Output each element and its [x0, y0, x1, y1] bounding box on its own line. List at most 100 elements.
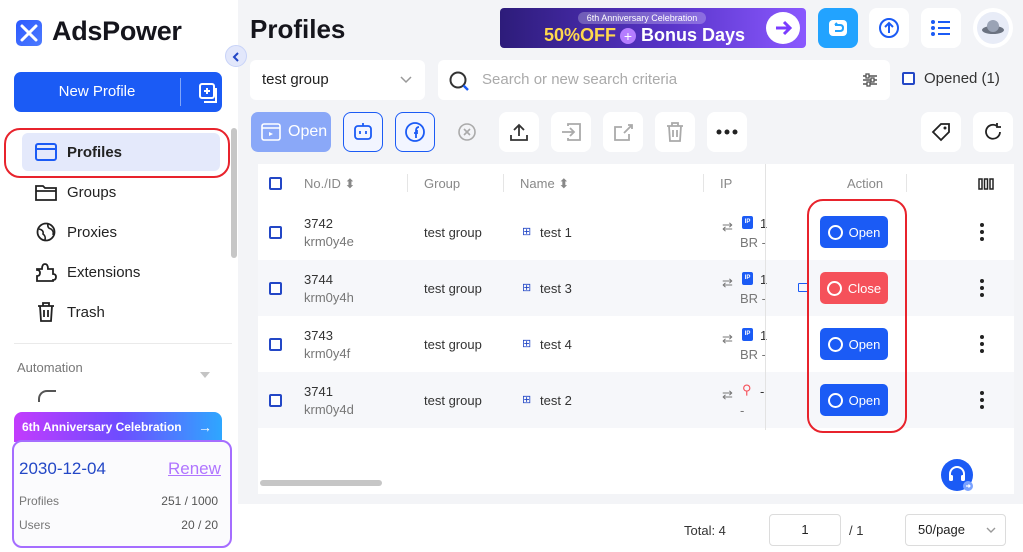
sort-icon: ⬍	[344, 176, 356, 191]
row-checkbox[interactable]	[269, 394, 282, 407]
promo-banner[interactable]: 6th Anniversary Celebration 50%OFF + Bon…	[500, 8, 806, 48]
upload-sync-button[interactable]	[869, 8, 909, 48]
more-actions-button[interactable]	[707, 112, 747, 152]
profile-number: 3742	[304, 216, 333, 231]
sidebar-item-extensions[interactable]: Extensions	[22, 253, 220, 291]
upload-button[interactable]	[499, 112, 539, 152]
column-settings-icon[interactable]	[978, 177, 994, 195]
page-number-input[interactable]: 1	[769, 514, 841, 546]
more-vertical-icon[interactable]	[978, 222, 986, 242]
users-quota-value: 20 / 20	[181, 518, 218, 532]
proxy-switch-icon: ⇄	[722, 275, 733, 290]
open-selected-button[interactable]: Open	[251, 112, 331, 152]
filter-settings-icon[interactable]	[862, 72, 878, 88]
profile-number: 3744	[304, 272, 333, 287]
chevron-down-icon[interactable]	[200, 365, 210, 383]
arrow-right-icon[interactable]: →	[198, 412, 212, 442]
upload-icon	[510, 123, 528, 141]
promo-header[interactable]: 6th Anniversary Celebration →	[14, 412, 222, 442]
plus-icon: +	[620, 28, 636, 44]
column-header-label: No./ID	[304, 176, 341, 191]
profile-group: test group	[424, 225, 482, 240]
row-checkbox[interactable]	[269, 282, 282, 295]
group-select[interactable]: test group	[250, 60, 425, 100]
divider	[703, 174, 704, 192]
page-size-select[interactable]: 50/page	[905, 514, 1006, 546]
column-header-action: Action	[847, 176, 884, 191]
sidebar-item-groups[interactable]: Groups	[22, 173, 220, 211]
sidebar-item-profiles[interactable]: Profiles	[22, 133, 220, 171]
checkbox[interactable]	[902, 72, 915, 85]
chevron-down-icon	[986, 527, 996, 533]
profiles-quota-value: 251 / 1000	[161, 494, 218, 508]
chevron-left-icon	[232, 52, 239, 62]
folder-icon	[34, 180, 58, 204]
horizontal-scrollbar[interactable]	[260, 480, 382, 486]
column-header-label: Name	[520, 176, 555, 191]
windows-icon: ⊞	[522, 226, 532, 238]
more-horizontal-icon	[716, 129, 738, 135]
group-select-value: test group	[262, 71, 329, 88]
close-circle-icon	[458, 123, 476, 141]
profiles-quota-label: Profiles	[19, 494, 60, 508]
support-button[interactable]	[941, 459, 973, 491]
close-profile-button[interactable]	[447, 112, 487, 152]
move-group-button[interactable]	[551, 112, 591, 152]
automation-icon	[38, 390, 56, 402]
users-quota-label: Users	[19, 518, 51, 532]
sync-icon	[829, 20, 847, 36]
windows-icon: ⊞	[522, 394, 532, 406]
task-list-button[interactable]	[921, 8, 961, 48]
opened-filter-checkbox[interactable]: Opened (1)	[902, 70, 1000, 87]
tag-button[interactable]	[921, 112, 961, 152]
proxy-switch-icon: ⇄	[722, 331, 733, 346]
sync-facebook-button[interactable]	[395, 112, 435, 152]
page-count: / 1	[849, 523, 864, 538]
ip-badge-icon: IP	[742, 328, 753, 341]
column-header-ip[interactable]: IP	[720, 176, 732, 191]
share-button[interactable]	[603, 112, 643, 152]
rpa-bot-button[interactable]	[343, 112, 383, 152]
subscription-card: 2030-12-04 Renew Profiles 251 / 1000 Use…	[12, 440, 232, 548]
sidebar-scrollbar[interactable]	[231, 128, 237, 258]
sidebar-item-label: Proxies	[67, 223, 118, 241]
new-profile-label: New Profile	[58, 83, 136, 100]
column-header-name[interactable]: Name ⬍	[520, 176, 569, 192]
ip-location: BR -	[740, 347, 766, 362]
adspower-logo-icon	[16, 20, 42, 46]
renew-link[interactable]: Renew	[168, 459, 221, 479]
delete-button[interactable]	[655, 112, 695, 152]
sidebar-item-trash[interactable]: Trash	[22, 293, 220, 331]
more-vertical-icon[interactable]	[978, 390, 986, 410]
profile-group: test group	[424, 337, 482, 352]
collapse-sidebar-button[interactable]	[225, 45, 247, 67]
select-all-checkbox[interactable]	[269, 177, 282, 190]
more-vertical-icon[interactable]	[978, 334, 986, 354]
more-vertical-icon[interactable]	[978, 278, 986, 298]
rpa-app-button[interactable]	[818, 8, 858, 48]
divider	[407, 174, 408, 192]
profile-number: 3743	[304, 328, 333, 343]
page-size-value: 50/page	[918, 522, 965, 537]
profile-number: 3741	[304, 384, 333, 399]
row-checkbox[interactable]	[269, 226, 282, 239]
banner-subtitle: 6th Anniversary Celebration	[578, 12, 706, 24]
search-input[interactable]: Search or new search criteria	[438, 60, 890, 100]
profiles-icon	[34, 140, 58, 164]
automation-section-label[interactable]: Automation	[17, 360, 83, 375]
row-checkbox[interactable]	[269, 338, 282, 351]
user-avatar[interactable]	[973, 8, 1013, 48]
column-header-id[interactable]: No./ID ⬍	[304, 176, 355, 192]
avatar-icon	[977, 12, 1009, 44]
profile-id: krm0y4d	[304, 402, 354, 417]
sidebar-item-label: Trash	[67, 303, 105, 321]
ip-address: 1	[760, 216, 768, 231]
search-icon	[449, 71, 469, 91]
new-profile-button[interactable]: New Profile	[14, 72, 222, 112]
sidebar-item-proxies[interactable]: Proxies	[22, 213, 220, 251]
puzzle-icon	[34, 260, 58, 284]
column-header-group[interactable]: Group	[424, 176, 460, 191]
batch-add-icon[interactable]	[194, 72, 222, 112]
refresh-button[interactable]	[973, 112, 1013, 152]
profile-name: test 1	[540, 225, 572, 240]
